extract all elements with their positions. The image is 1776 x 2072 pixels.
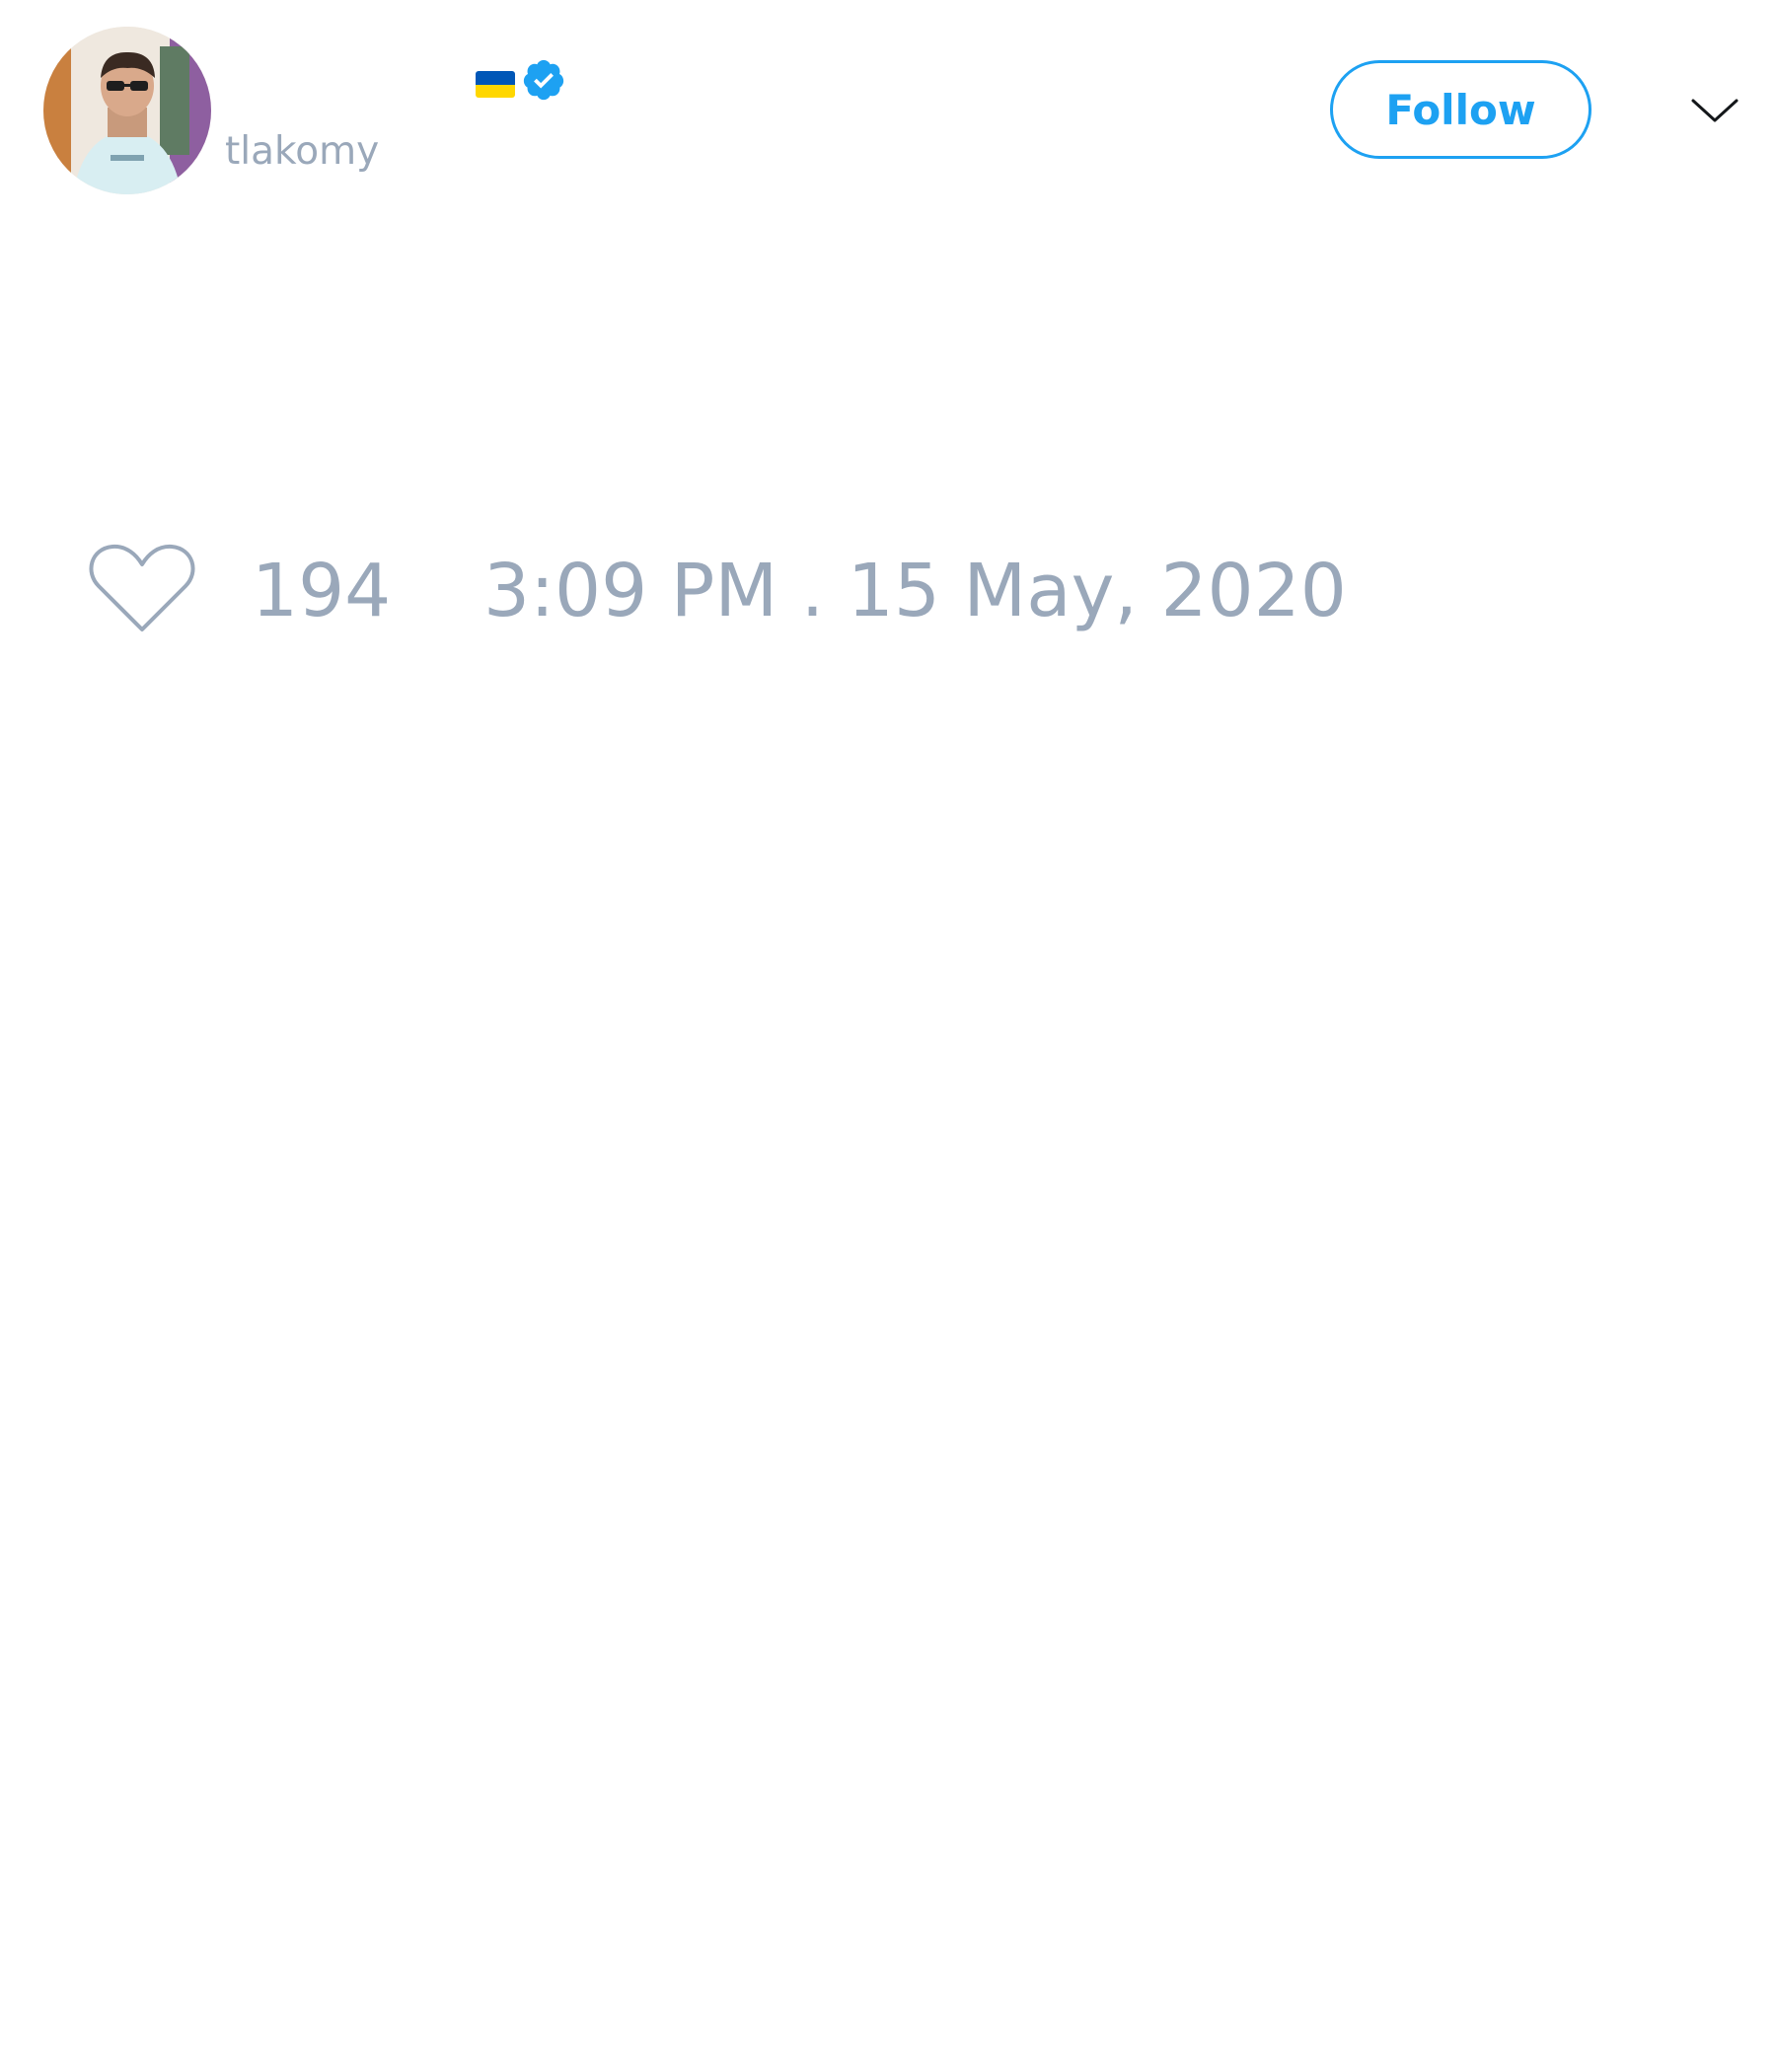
tweet-timestamp[interactable]: 3:09 PM . 15 May, 2020 <box>483 548 1347 634</box>
avatar[interactable] <box>43 27 211 194</box>
verified-badge-icon <box>523 59 564 101</box>
author-handle[interactable]: tlakomy <box>225 128 379 176</box>
heart-icon[interactable] <box>87 541 197 635</box>
tweet-card: tlakomy Follow 194 3:09 PM . 15 May, 202… <box>0 0 1776 2072</box>
avatar-image <box>43 27 211 194</box>
ukraine-flag-icon <box>476 71 515 98</box>
flag-stripe-yellow <box>476 84 515 98</box>
like-count: 194 <box>252 549 392 633</box>
chevron-down-icon[interactable] <box>1689 91 1740 130</box>
follow-button[interactable]: Follow <box>1330 60 1591 159</box>
flag-stripe-blue <box>476 71 515 85</box>
